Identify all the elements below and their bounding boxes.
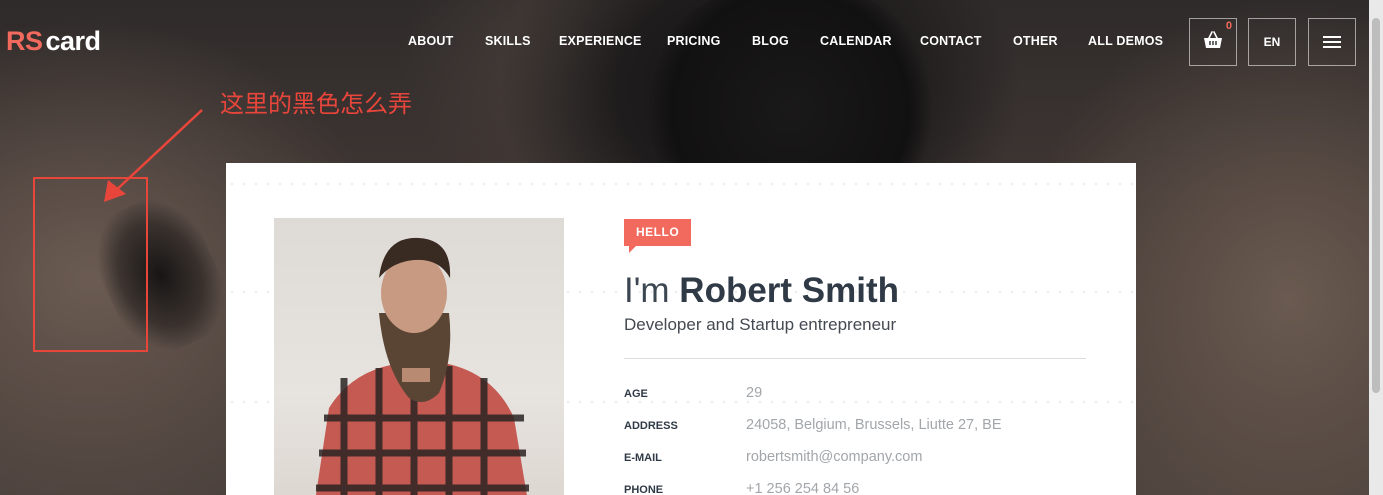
- hamburger-menu-icon: [1323, 33, 1341, 51]
- nav-skills[interactable]: SKILLS: [485, 34, 531, 48]
- nav-about[interactable]: ABOUT: [408, 34, 453, 48]
- nav-all-demos[interactable]: ALL DEMOS: [1088, 34, 1163, 48]
- nav-pricing[interactable]: PRICING: [667, 34, 721, 48]
- info-label: AGE: [624, 388, 648, 400]
- info-value: 29: [746, 385, 763, 401]
- profile-name-heading: I'm Robert Smith: [624, 271, 899, 311]
- profile-role: Developer and Startup entrepreneur: [624, 315, 897, 334]
- hello-badge: HELLO: [624, 219, 692, 253]
- info-value[interactable]: +1 256 254 84 56: [746, 481, 859, 495]
- menu-button[interactable]: [1308, 18, 1356, 66]
- info-label: ADDRESS: [624, 420, 678, 432]
- scrollbar[interactable]: [1369, 0, 1383, 495]
- nav-blog[interactable]: BLOG: [752, 34, 789, 48]
- scrollbar-thumb[interactable]: [1372, 18, 1380, 393]
- dotted-line: [226, 181, 1136, 187]
- info-label: PHONE: [624, 484, 664, 495]
- nav-calendar[interactable]: CALENDAR: [820, 34, 892, 48]
- info-value[interactable]: robertsmith@company.com: [746, 449, 922, 465]
- nav-other[interactable]: OTHER: [1013, 34, 1058, 48]
- language-label: EN: [1263, 35, 1281, 49]
- greeting-text: I'm: [624, 271, 670, 310]
- info-value: 24058, Belgium, Brussels, Liutte 27, BE: [746, 417, 1002, 433]
- info-label: E-MAIL: [624, 452, 662, 464]
- nav-experience[interactable]: EXPERIENCE: [559, 34, 642, 48]
- profile-name: Robert Smith: [679, 271, 900, 310]
- language-button[interactable]: EN: [1248, 18, 1296, 66]
- cart-button[interactable]: 0: [1189, 18, 1237, 66]
- shopping-basket-icon: [1203, 30, 1223, 54]
- annotation-arrow-icon: [104, 109, 203, 202]
- cart-count-badge: 0: [1225, 20, 1232, 32]
- profile-card: HELLO I'm Robert Smith Developer and Sta…: [226, 163, 1136, 495]
- divider: [624, 358, 1086, 359]
- profile-photo: [274, 218, 564, 495]
- nav-contact[interactable]: CONTACT: [920, 34, 982, 48]
